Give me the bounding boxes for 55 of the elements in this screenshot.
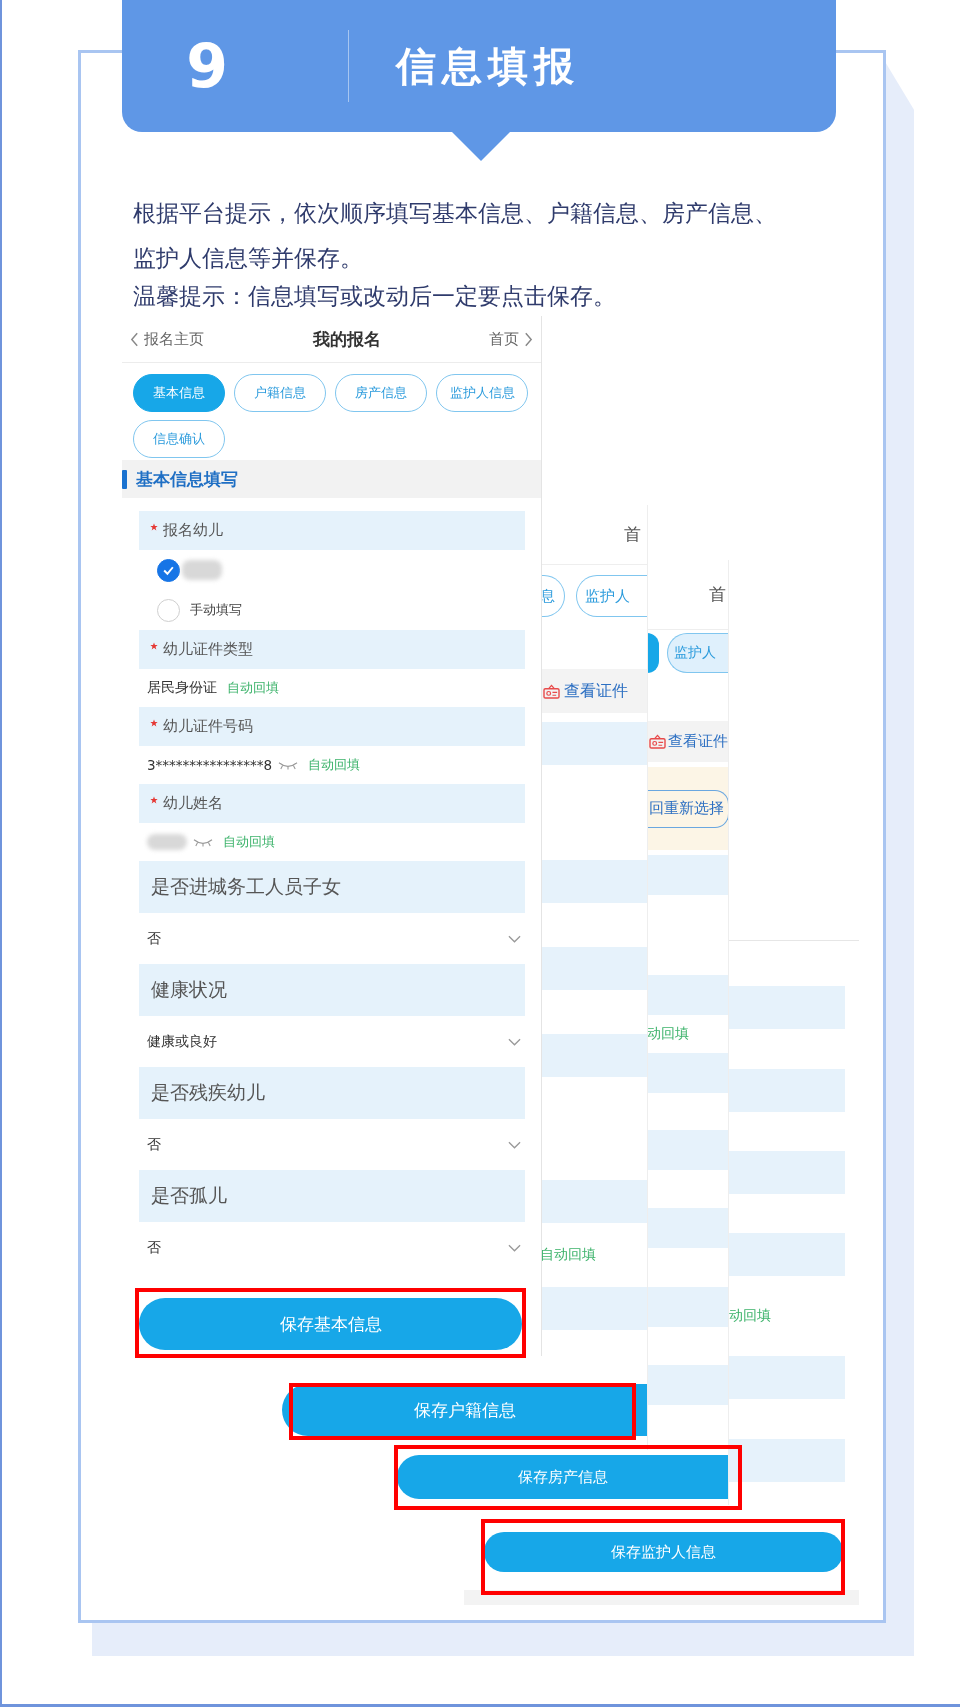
select-field[interactable]: 否 bbox=[139, 1119, 525, 1170]
autofill-tag: 自动回填 bbox=[308, 756, 361, 774]
autofill-tag: 自动回填 bbox=[540, 1246, 596, 1264]
step-title: 信息填报 bbox=[396, 41, 580, 91]
save-button[interactable]: 保存监护人信息 bbox=[484, 1532, 843, 1572]
home-link[interactable]: 首 bbox=[624, 523, 641, 546]
chevron-left-icon bbox=[130, 331, 139, 347]
field-label: 幼儿证件号码 bbox=[163, 717, 253, 736]
chevron-down-icon bbox=[508, 1140, 521, 1149]
select-field[interactable]: 否 bbox=[139, 913, 525, 964]
field-label: 是否孤儿 bbox=[151, 1183, 227, 1208]
save-button[interactable]: 保存户籍信息 bbox=[282, 1384, 647, 1436]
select-field[interactable]: 健康或良好 bbox=[139, 1016, 525, 1067]
step-number: 9 bbox=[185, 31, 229, 101]
field-label: 是否进城务工人员子女 bbox=[151, 874, 341, 899]
chevron-down-icon bbox=[508, 1243, 521, 1252]
instruction-text: 根据平台提示，依次顺序填写基本信息、户籍信息、房产信息、监护人信息等并保存。 bbox=[133, 199, 778, 273]
section-marker bbox=[122, 469, 127, 489]
section-title: 基本信息填写 bbox=[136, 467, 238, 491]
chevron-down-icon bbox=[508, 1037, 521, 1046]
reselect-button[interactable]: 回重新选择 bbox=[647, 789, 728, 828]
autofill-tag: 动回填 bbox=[647, 1025, 689, 1043]
tab[interactable]: 监护人信息 bbox=[436, 374, 528, 412]
home-link[interactable]: 首 bbox=[709, 583, 726, 606]
radio-button[interactable] bbox=[157, 558, 180, 582]
page-title: 我的报名 bbox=[312, 327, 381, 351]
field-value: 居民身份证 bbox=[147, 679, 217, 697]
tab[interactable]: 监护人 bbox=[576, 575, 647, 617]
tab[interactable]: 户籍信息 bbox=[234, 374, 326, 412]
id-card-icon bbox=[543, 683, 560, 699]
chevron-right-icon bbox=[524, 331, 533, 347]
autofill-tag: 自动回填 bbox=[223, 833, 275, 851]
home-link[interactable]: 首页 bbox=[489, 329, 533, 349]
save-button[interactable]: 保存房产信息 bbox=[397, 1455, 728, 1499]
back-link[interactable]: 报名主页 bbox=[130, 329, 204, 349]
option-label: 手动填写 bbox=[190, 601, 242, 619]
select-field[interactable]: 否 bbox=[139, 1222, 525, 1273]
view-id-link[interactable]: 查看证件 bbox=[668, 732, 728, 751]
autofill-tag: 自动回填 bbox=[227, 679, 279, 697]
instruction-text: 温馨提示：信息填写或改动后一定要点击保存。 bbox=[133, 282, 617, 311]
tab[interactable]: 监护人 bbox=[667, 633, 728, 673]
field-label: 健康状况 bbox=[151, 977, 227, 1002]
id-card-icon bbox=[649, 734, 666, 749]
tab[interactable]: 基本信息 bbox=[133, 374, 225, 412]
field-label: 是否残疾幼儿 bbox=[151, 1080, 265, 1105]
field-label: 幼儿姓名 bbox=[163, 794, 223, 813]
field-value: 3****************8 bbox=[147, 757, 273, 773]
field-label: 幼儿证件类型 bbox=[163, 640, 253, 659]
autofill-tag: 动回填 bbox=[729, 1307, 771, 1325]
field-label: 报名幼儿 bbox=[163, 521, 223, 540]
chevron-down-icon bbox=[508, 934, 521, 943]
tab[interactable]: 信息确认 bbox=[133, 420, 225, 458]
save-button[interactable]: 保存基本信息 bbox=[139, 1298, 522, 1350]
tab[interactable]: 房产信息 bbox=[335, 374, 427, 412]
view-id-link[interactable]: 查看证件 bbox=[564, 680, 628, 702]
